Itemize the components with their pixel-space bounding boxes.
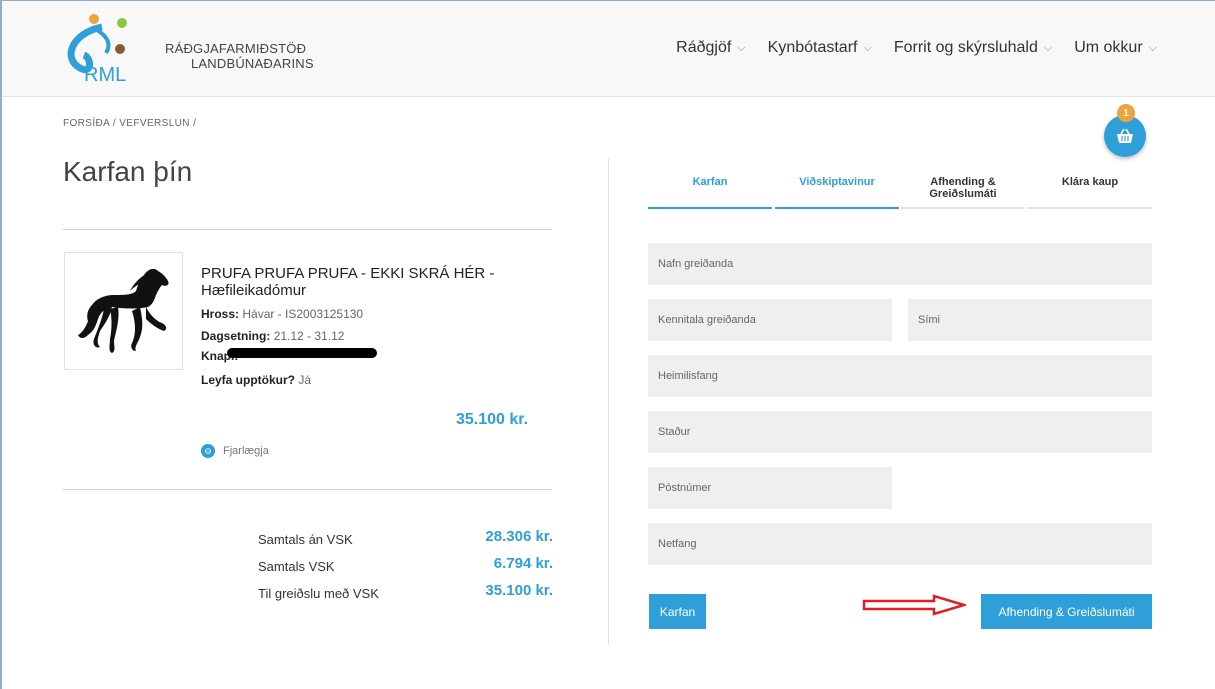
horse-value: Hávar - IS2003125130 <box>242 307 364 321</box>
tab-indicator <box>901 207 1025 209</box>
remove-button[interactable]: ⊖ Fjarlægja <box>201 444 269 458</box>
site-header: RML RÁÐGJAFARMIÐSTÖÐ LANDBÚNAÐARINS Ráðg… <box>2 1 1215 97</box>
breadcrumb[interactable]: FORSÍÐA / VEFVERSLUN / <box>63 118 196 129</box>
cart-count-badge: 1 <box>1117 104 1135 122</box>
nav-item-radgjof[interactable]: Ráðgjöf ⌵ <box>676 39 746 57</box>
remove-label: Fjarlægja <box>223 445 269 457</box>
nav-item-kynbotastarf[interactable]: Kynbótastarf ⌵ <box>768 39 872 57</box>
recording-value: Já <box>298 373 312 387</box>
date-label: Dagsetning: <box>201 329 271 343</box>
chevron-down-icon: ⌵ <box>1043 41 1053 54</box>
divider <box>63 229 552 230</box>
nav-item-forrit[interactable]: Forrit og skýrsluhald ⌵ <box>894 39 1052 57</box>
address-input[interactable] <box>648 355 1152 397</box>
tab-karfan[interactable]: Karfan <box>648 176 772 188</box>
payer-name-input[interactable] <box>648 243 1152 285</box>
nav-label: Forrit og skýrsluhald <box>893 39 1038 56</box>
tab-indicator <box>648 207 772 209</box>
tab-indicator <box>1028 207 1152 209</box>
total-value-incl-vat: 35.100 kr. <box>485 582 553 599</box>
column-separator <box>608 158 609 644</box>
nav-item-um-okkur[interactable]: Um okkur ⌵ <box>1074 39 1157 57</box>
total-value-vat: 6.794 kr. <box>493 555 553 572</box>
total-value-ex-vat: 28.306 kr. <box>485 528 553 545</box>
brand-line1: RÁÐGJAFARMIÐSTÖÐ <box>165 41 307 56</box>
postcode-input[interactable] <box>648 467 892 509</box>
horse-info: Hross: Hávar - IS2003125130 <box>201 307 363 321</box>
place-input[interactable] <box>648 411 1152 453</box>
payer-ssn-input[interactable] <box>648 299 892 341</box>
divider <box>63 489 552 490</box>
item-price: 35.100 kr. <box>456 411 529 428</box>
rml-logo[interactable]: RML <box>62 13 132 83</box>
annotation-arrow-icon <box>862 594 966 616</box>
logo-rml-text: RML <box>84 64 126 83</box>
date-value: 21.12 - 31.12 <box>273 329 345 343</box>
recording-label: Leyfa upptökur? <box>201 373 296 387</box>
basket-icon <box>1117 128 1133 143</box>
next-delivery-payment-button[interactable]: Afhending & Greiðslumáti <box>981 594 1152 629</box>
chevron-down-icon: ⌵ <box>863 41 872 54</box>
tab-afhending[interactable]: Afhending & Greiðslumáti <box>900 176 1026 200</box>
redaction-mark <box>227 348 377 358</box>
chevron-down-icon: ⌵ <box>1148 41 1157 54</box>
product-image <box>64 252 183 370</box>
page-title: Karfan þín <box>63 156 193 187</box>
total-label-incl-vat: Til greiðslu með VSK <box>258 586 379 601</box>
total-label-ex-vat: Samtals án VSK <box>258 532 353 547</box>
product-title: PRUFA PRUFA PRUFA - EKKI SKRÁ HÉR - Hæfi… <box>201 265 495 299</box>
email-input[interactable] <box>648 523 1152 565</box>
total-label-vat: Samtals VSK <box>258 559 335 574</box>
horse-label: Hross: <box>201 307 240 321</box>
date-info: Dagsetning: 21.12 - 31.12 <box>201 329 344 343</box>
phone-input[interactable] <box>908 299 1152 341</box>
tab-klara-kaup[interactable]: Klára kaup <box>1028 176 1152 188</box>
nav-label: Ráðgjöf <box>676 39 732 56</box>
nav-label: Um okkur <box>1074 39 1143 56</box>
tab-vidskiptavinur[interactable]: Viðskiptavinur <box>775 176 899 188</box>
main-nav: Ráðgjöf ⌵ Kynbótastarf ⌵ Forrit og skýrs… <box>676 39 1157 57</box>
recording-info: Leyfa upptökur? Já <box>201 373 311 387</box>
brand-name[interactable]: RÁÐGJAFARMIÐSTÖÐ LANDBÚNAÐARINS <box>165 41 314 71</box>
brand-line2: LANDBÚNAÐARINS <box>191 56 314 71</box>
horse-icon <box>77 268 169 353</box>
back-to-cart-button[interactable]: Karfan <box>649 594 706 629</box>
nav-label: Kynbótastarf <box>767 39 858 56</box>
trash-icon: ⊖ <box>201 444 215 458</box>
chevron-down-icon: ⌵ <box>737 41 746 54</box>
tab-indicator <box>775 207 899 209</box>
